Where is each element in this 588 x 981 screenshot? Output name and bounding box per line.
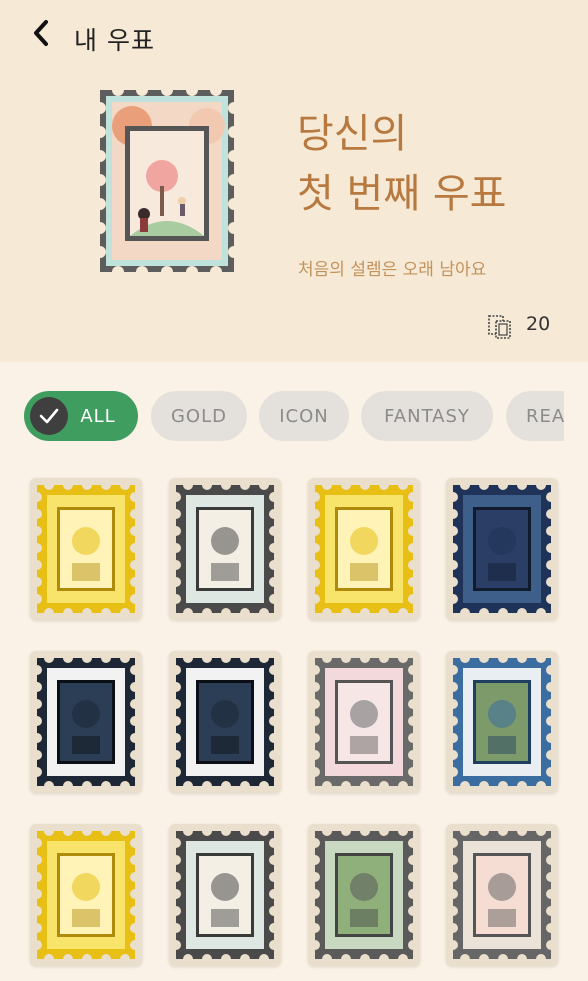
- chip-all[interactable]: ALL: [24, 391, 138, 441]
- floating-island-icon: [313, 829, 415, 961]
- stamp-gingerbread[interactable]: [30, 824, 142, 966]
- fluffy-creature-icon: [451, 829, 553, 961]
- filter-chips: ALL GOLD ICON FANTASY REAL: [24, 390, 564, 442]
- stamp-fluffy-creature[interactable]: [446, 824, 558, 966]
- bunny-girl-icon: [313, 656, 415, 788]
- chip-icon[interactable]: ICON: [259, 391, 349, 441]
- hero-section: 내 우표 당신의 첫 번째 우표 처음의 설렘은 오래 남아요 20: [0, 0, 588, 362]
- stamp-dancer[interactable]: [169, 651, 281, 793]
- chip-label: ALL: [80, 405, 116, 427]
- chip-gold[interactable]: GOLD: [151, 391, 247, 441]
- gingerbread-icon: [35, 829, 137, 961]
- girl-dress-icon: [174, 483, 276, 615]
- stamp-sword[interactable]: [30, 478, 142, 620]
- headline: 당신의 첫 번째 우표: [297, 104, 506, 224]
- stamp-girl-in-dress[interactable]: [169, 478, 281, 620]
- stamp-floating-island[interactable]: [308, 824, 420, 966]
- stamp-teddy-bear[interactable]: [169, 824, 281, 966]
- lotus-icon: [313, 483, 415, 615]
- chip-label: GOLD: [170, 405, 227, 427]
- chip-label: FANTASY: [384, 405, 470, 427]
- back-arrow-icon[interactable]: [28, 18, 56, 48]
- teddy-bear-icon: [174, 829, 276, 961]
- sword-icon: [35, 483, 137, 615]
- stamp-bunny-girl[interactable]: [308, 651, 420, 793]
- rocket-icon: [35, 656, 137, 788]
- chip-fantasy[interactable]: FANTASY: [361, 391, 493, 441]
- chip-label: ICON: [279, 405, 329, 427]
- headline-line2: 첫 번째 우표: [297, 171, 507, 217]
- stamp-rocket[interactable]: [30, 651, 142, 793]
- stamp-lotus[interactable]: [308, 478, 420, 620]
- dancer-icon: [174, 656, 276, 788]
- chip-real[interactable]: REAL: [506, 391, 564, 441]
- page-title: 내 우표: [74, 26, 155, 55]
- first-stamp-image: [94, 86, 240, 276]
- stamp-collection-icon: [488, 315, 511, 339]
- subtitle: 처음의 설렘은 오래 남아요: [298, 260, 487, 280]
- stamp-vintage-car[interactable]: [446, 651, 558, 793]
- headline-line1: 당신의: [297, 111, 408, 157]
- stamp-count: 20: [526, 313, 551, 335]
- check-icon: [30, 397, 68, 435]
- car-icon: [451, 656, 553, 788]
- stamp-night-cat[interactable]: [446, 478, 558, 620]
- night-cat-icon: [451, 483, 553, 615]
- chip-label: REAL: [526, 405, 564, 427]
